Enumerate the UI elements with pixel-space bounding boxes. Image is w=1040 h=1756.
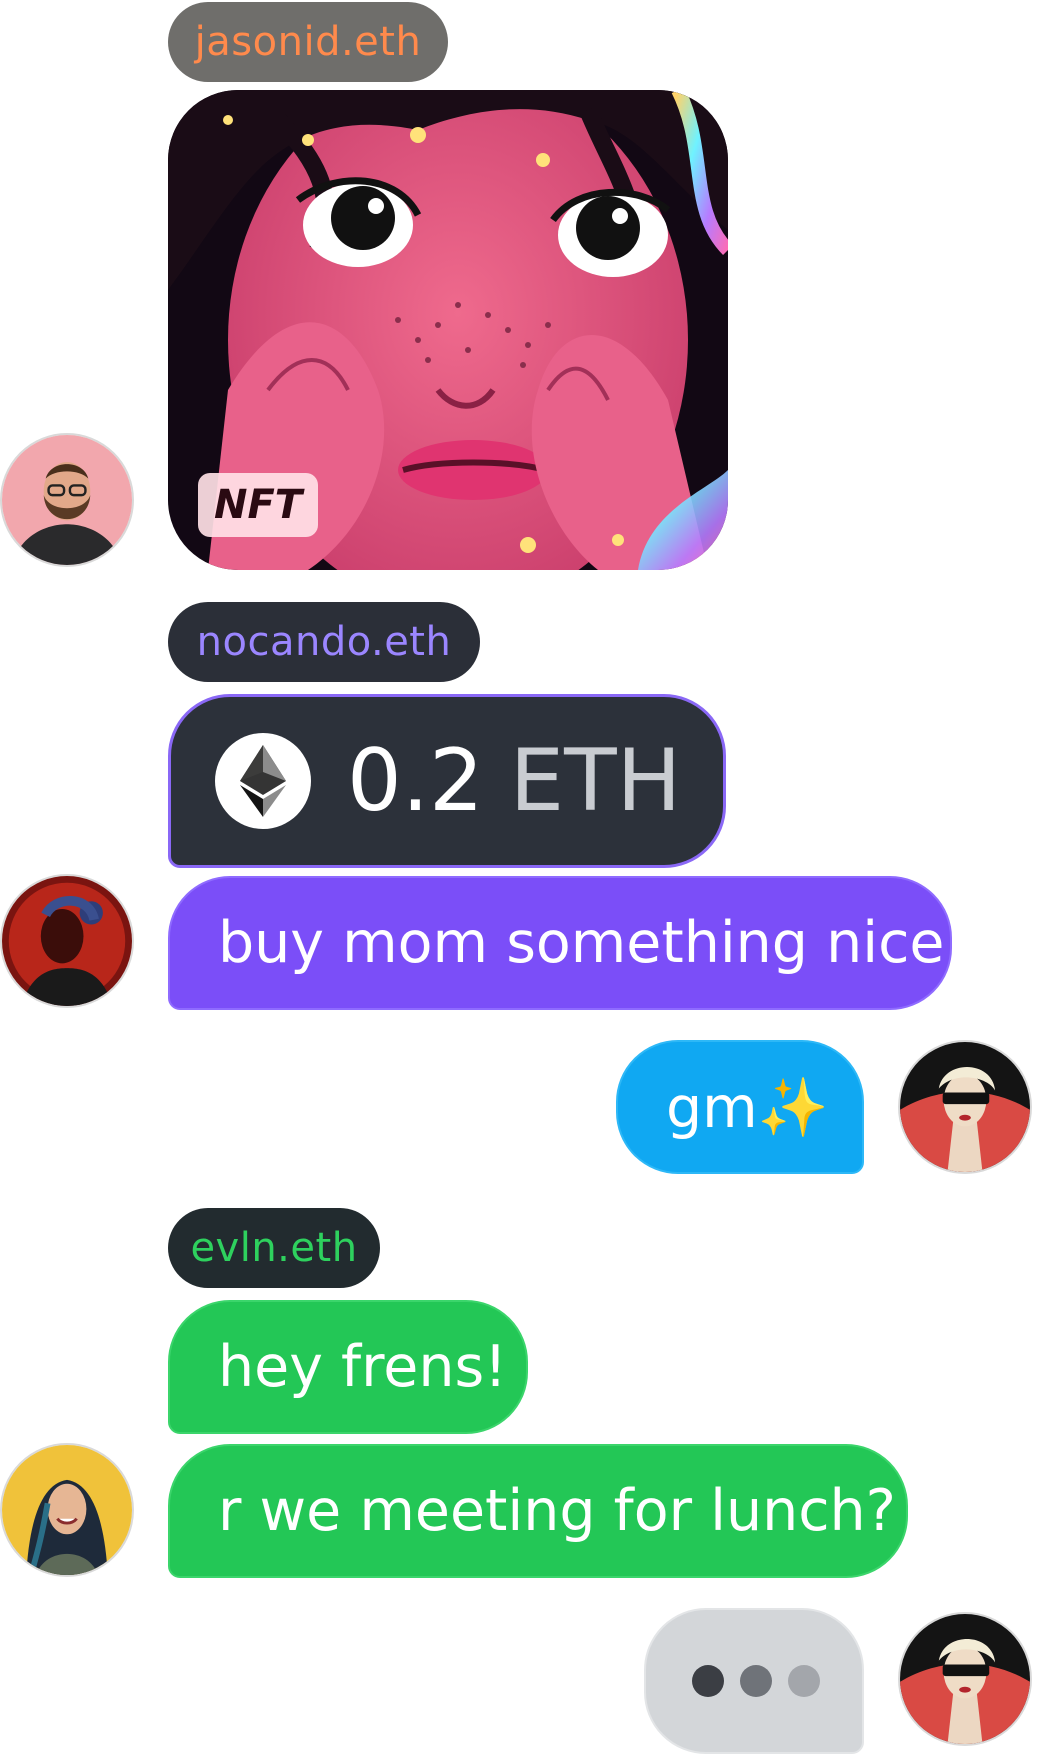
sender-tag-jasonid: jasonid.eth	[168, 2, 448, 82]
text-bubble-lunch[interactable]: r we meeting for lunch?	[168, 1444, 908, 1578]
message-text: hey frens!	[218, 1334, 508, 1400]
ethereum-icon	[215, 733, 311, 829]
red-lit-person-avatar[interactable]	[0, 874, 134, 1008]
masked-woman-avatar[interactable]	[898, 1040, 1032, 1174]
typing-dot-1	[692, 1665, 724, 1697]
typing-indicator-bubble	[644, 1608, 864, 1754]
nft-badge: NFT	[198, 473, 319, 537]
masked-woman-avatar[interactable]	[898, 1612, 1032, 1746]
text-bubble-hey-frens[interactable]: hey frens!	[168, 1300, 528, 1434]
typing-dot-3	[788, 1665, 820, 1697]
message-text: buy mom something nice	[218, 910, 945, 976]
sender-tag-nocando: nocando.eth	[168, 602, 480, 682]
nft-image-message[interactable]: NFT	[168, 90, 728, 570]
message-text: gm✨	[666, 1074, 829, 1141]
typing-dot-2	[740, 1665, 772, 1697]
eth-currency: ETH	[509, 731, 682, 831]
eth-amount: 0.2	[347, 731, 484, 831]
text-bubble-buy-mom[interactable]: buy mom something nice	[168, 876, 952, 1010]
text-bubble-gm[interactable]: gm✨	[616, 1040, 864, 1174]
message-text: r we meeting for lunch?	[218, 1478, 896, 1544]
bearded-man-avatar[interactable]	[0, 433, 134, 567]
eth-payment-bubble[interactable]: 0.2 ETH	[168, 694, 726, 868]
sender-tag-evln: evln.eth	[168, 1208, 380, 1288]
smiling-woman-avatar[interactable]	[0, 1443, 134, 1577]
